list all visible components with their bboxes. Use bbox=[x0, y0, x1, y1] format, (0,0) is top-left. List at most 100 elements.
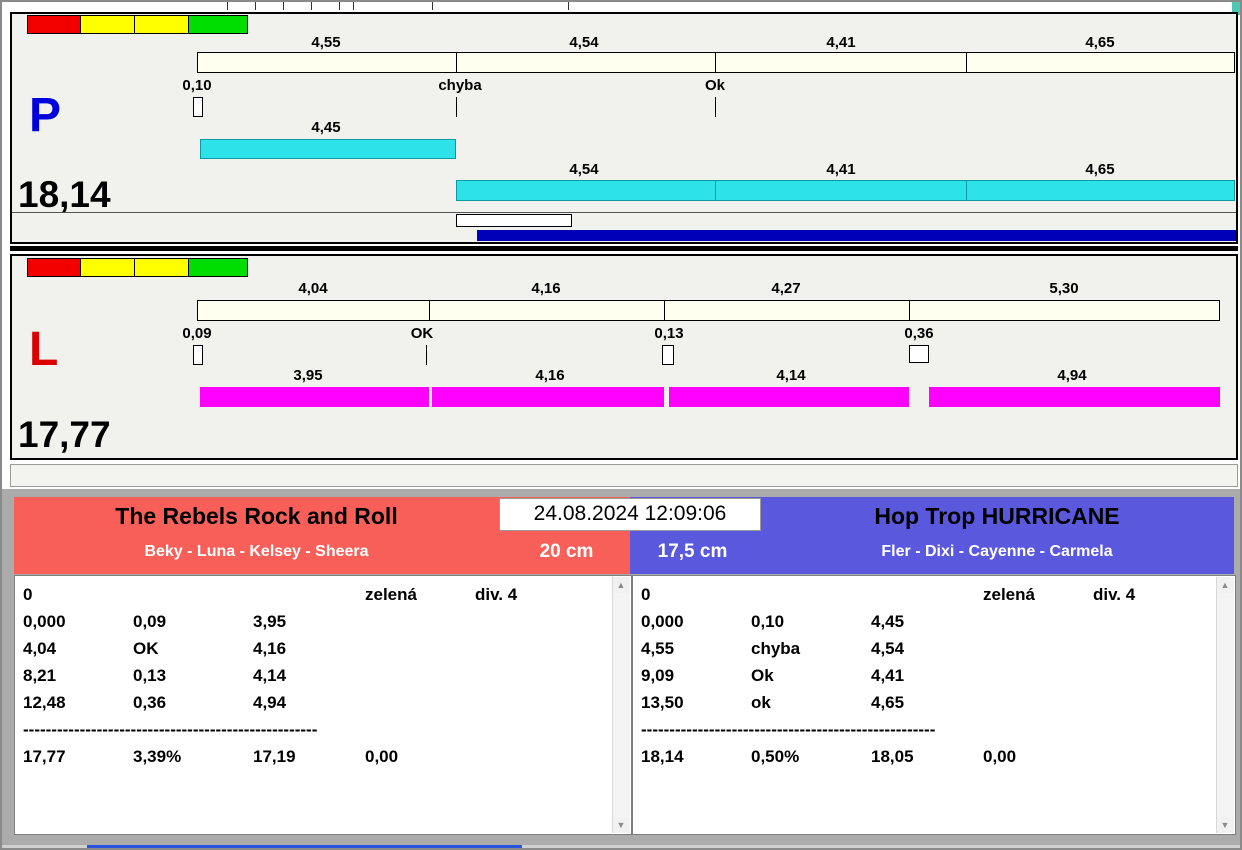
status-strip bbox=[10, 464, 1238, 487]
scroll-up-icon[interactable]: ▲ bbox=[613, 577, 629, 593]
run-segment bbox=[967, 181, 1234, 200]
log-cell: 0,13 bbox=[133, 666, 167, 685]
team-left-dogs: Beky - Luna - Kelsey - Sheera bbox=[144, 543, 369, 560]
log-cell: 0,000 bbox=[23, 612, 66, 631]
start-light-yellow2 bbox=[135, 15, 189, 34]
lane-p-total-time: 18,14 bbox=[18, 174, 111, 215]
team-right-log-content: 0 zelená div. 4 0,000 0,10 4,45 4,55 chy… bbox=[641, 581, 1215, 770]
splits-segment bbox=[457, 53, 716, 72]
start-light-yellow1 bbox=[81, 15, 135, 34]
log-row: 0,000 0,10 4,45 bbox=[641, 608, 1215, 635]
log-header-row: 0 zelená div. 4 bbox=[23, 581, 611, 608]
start-light-red bbox=[27, 258, 81, 277]
start-light-green bbox=[189, 15, 248, 34]
team-right-dogs: Fler - Dixi - Cayenne - Carmela bbox=[881, 543, 1113, 560]
run-number: 0 bbox=[641, 585, 651, 604]
log-header-row: 0 zelená div. 4 bbox=[641, 581, 1215, 608]
log-row: 12,48 0,36 4,94 bbox=[23, 689, 611, 716]
panel-divider-line bbox=[12, 212, 1236, 213]
log-cell: 9,09 bbox=[641, 666, 675, 685]
lane-separator bbox=[10, 246, 1238, 251]
lane-l-letter: L bbox=[29, 323, 59, 376]
marker-ok: OK bbox=[410, 325, 434, 342]
time-box bbox=[662, 345, 674, 365]
log-row: 9,09 Ok 4,41 bbox=[641, 662, 1215, 689]
splits-segment bbox=[430, 301, 665, 320]
log-row: 4,55 chyba 4,54 bbox=[641, 635, 1215, 662]
log-cell: ok bbox=[751, 693, 771, 712]
ruler-tick bbox=[255, 2, 256, 10]
splits-bar-p bbox=[197, 52, 1235, 73]
scrollbar[interactable]: ▲ ▼ bbox=[1216, 577, 1234, 833]
flyball-timing-window: P 18,14 4,55 4,54 4,41 4,65 0,10 chyba O… bbox=[0, 0, 1242, 850]
run-time-label: 4,41 bbox=[826, 161, 856, 178]
log-row: 13,50 ok 4,65 bbox=[641, 689, 1215, 716]
marker-tick bbox=[426, 345, 427, 365]
run-number: 0 bbox=[23, 585, 33, 604]
log-cell: 0,09 bbox=[133, 612, 167, 631]
run-bar-dog1-p bbox=[200, 139, 456, 159]
run-bar-dog4-l bbox=[929, 387, 1220, 407]
split-label: 4,27 bbox=[771, 280, 801, 297]
ruler-tick bbox=[568, 2, 569, 10]
log-cell: 4,16 bbox=[253, 639, 287, 658]
start-lights-l bbox=[27, 258, 248, 277]
division-label: div. 4 bbox=[475, 585, 518, 604]
splits-segment bbox=[198, 301, 430, 320]
percent-diff: 0,50% bbox=[751, 747, 800, 766]
ruler-tick bbox=[339, 2, 340, 10]
team-left-name: The Rebels Rock and Roll bbox=[115, 503, 398, 529]
split-label: 5,30 bbox=[1049, 280, 1079, 297]
split-label: 4,65 bbox=[1085, 34, 1115, 51]
log-row: 8,21 0,13 4,14 bbox=[23, 662, 611, 689]
lane-p-letter: P bbox=[29, 89, 62, 142]
log-cell: 4,94 bbox=[253, 693, 287, 712]
start-light-red bbox=[27, 15, 81, 34]
net-time: 17,19 bbox=[253, 747, 296, 766]
split-label: 4,54 bbox=[569, 34, 599, 51]
run-bar-dogs-p bbox=[456, 180, 1235, 201]
percent-diff: 3,39% bbox=[133, 747, 182, 766]
start-light-green bbox=[189, 258, 248, 277]
marker-tick bbox=[715, 97, 716, 117]
team-right-height: 17,5 cm bbox=[657, 541, 728, 562]
bottom-blue-bar bbox=[87, 845, 522, 848]
run-time-label: 4,54 bbox=[569, 161, 599, 178]
run-time-label: 3,95 bbox=[293, 367, 323, 384]
log-cell: OK bbox=[133, 639, 159, 658]
log-divider: ----------------------------------------… bbox=[641, 720, 936, 739]
log-cell: 12,48 bbox=[23, 693, 66, 712]
run-time-label: 4,14 bbox=[776, 367, 806, 384]
run-segment bbox=[716, 181, 968, 200]
split-label: 4,41 bbox=[826, 34, 856, 51]
progress-white-box bbox=[456, 214, 572, 227]
run-time-label: 4,65 bbox=[1085, 161, 1115, 178]
log-cell: 4,65 bbox=[871, 693, 905, 712]
splits-segment bbox=[910, 301, 1219, 320]
split-label: 4,04 bbox=[298, 280, 328, 297]
log-summary-row: 17,77 3,39% 17,19 0,00 bbox=[23, 743, 611, 770]
team-left-log[interactable]: 0 zelená div. 4 0,000 0,09 3,95 4,04 OK … bbox=[14, 575, 632, 835]
log-divider: ----------------------------------------… bbox=[23, 720, 318, 739]
scroll-up-icon[interactable]: ▲ bbox=[1217, 577, 1233, 593]
penalty: 0,00 bbox=[365, 747, 399, 766]
log-cell: 0,10 bbox=[751, 612, 785, 631]
log-cell: 0,36 bbox=[133, 693, 167, 712]
log-cell: 0,000 bbox=[641, 612, 684, 631]
team-right-log[interactable]: 0 zelená div. 4 0,000 0,10 4,45 4,55 chy… bbox=[632, 575, 1236, 835]
run-bar-dog1-l bbox=[200, 387, 429, 407]
ruler-tick bbox=[227, 2, 228, 10]
ruler-tick bbox=[283, 2, 284, 10]
marker-start-time: 0,09 bbox=[182, 325, 212, 342]
start-time-box bbox=[193, 97, 203, 117]
log-cell: 4,04 bbox=[23, 639, 57, 658]
run-time-label: 4,45 bbox=[311, 119, 341, 136]
scroll-down-icon[interactable]: ▼ bbox=[1217, 817, 1233, 833]
scroll-down-icon[interactable]: ▼ bbox=[613, 817, 629, 833]
scrollbar[interactable]: ▲ ▼ bbox=[612, 577, 630, 833]
marker-fault: chyba bbox=[438, 77, 482, 94]
splits-segment bbox=[967, 53, 1234, 72]
total-time: 18,14 bbox=[641, 747, 684, 766]
marker-ok: Ok bbox=[704, 77, 726, 94]
penalty: 0,00 bbox=[983, 747, 1017, 766]
